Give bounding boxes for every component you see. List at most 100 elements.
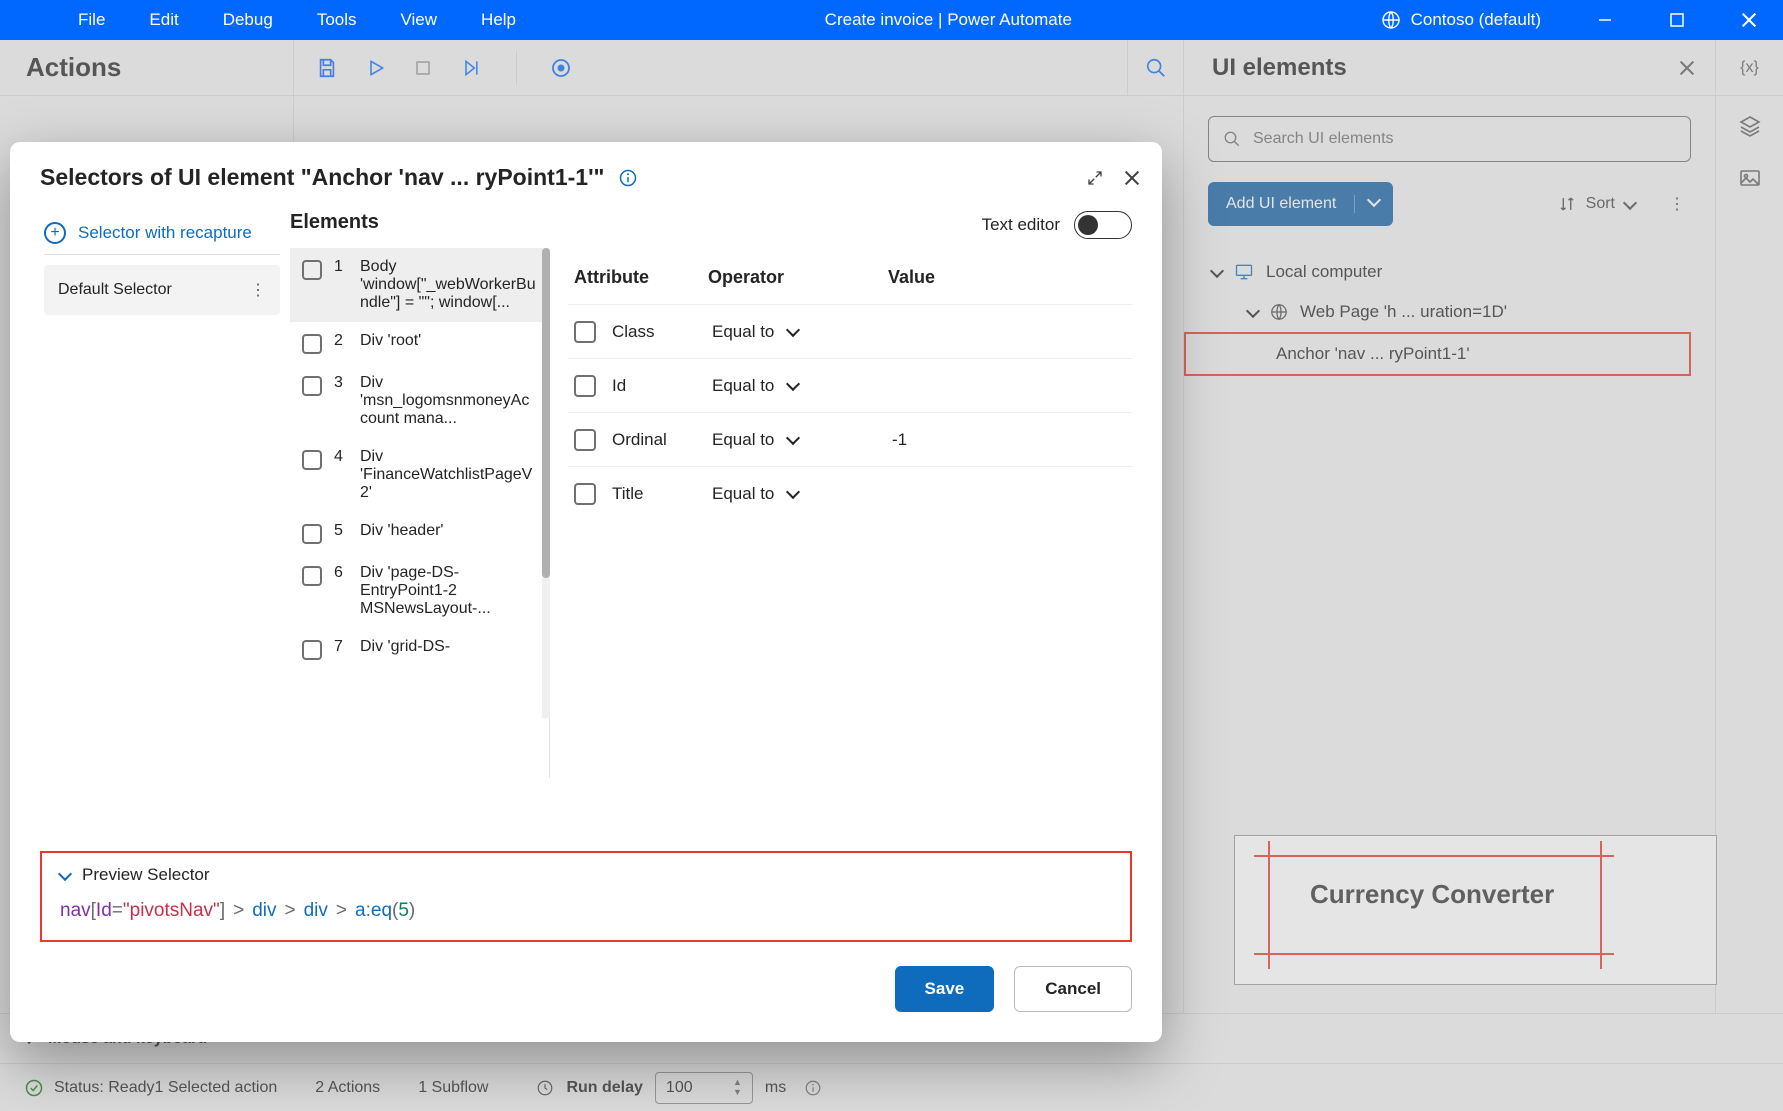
checkbox[interactable]: [302, 566, 322, 586]
element-row-5[interactable]: 5Div 'header': [290, 512, 549, 554]
chevron-down-icon: [58, 866, 72, 880]
actions-count: 2 Actions: [315, 1079, 380, 1097]
element-row-7[interactable]: 7Div 'grid-DS-: [290, 628, 549, 670]
status-bar: Status: Ready 1 Selected action 2 Action…: [0, 1063, 1783, 1111]
actions-panel-title: Actions: [0, 40, 294, 95]
chevron-down-icon[interactable]: [786, 377, 800, 391]
menu-file[interactable]: File: [56, 0, 127, 40]
variables-rail-button[interactable]: {x}: [1715, 40, 1783, 95]
org-selector[interactable]: Contoso (default): [1359, 10, 1563, 30]
selector-code: nav[Id="pivotsNav"]>div>div>a:eq(5): [60, 899, 1112, 922]
attribute-row-id[interactable]: Id Equal to: [568, 358, 1132, 412]
chevron-down-icon: [1210, 263, 1224, 277]
save-button[interactable]: Save: [895, 966, 995, 1012]
menu-tools[interactable]: Tools: [295, 0, 379, 40]
monitor-icon: [1234, 262, 1254, 282]
preview-caption: Currency Converter: [1310, 879, 1554, 910]
globe-icon: [1270, 303, 1288, 321]
attribute-row-class[interactable]: Class Equal to: [568, 304, 1132, 358]
checkbox[interactable]: [302, 450, 322, 470]
chevron-down-icon: [1623, 195, 1637, 209]
menu-view[interactable]: View: [379, 0, 460, 40]
search-button[interactable]: [1127, 40, 1183, 96]
checkbox[interactable]: [302, 334, 322, 354]
add-ui-element-dropdown[interactable]: [1355, 195, 1393, 213]
expand-icon[interactable]: [1086, 169, 1104, 187]
subflow-count: 1 Subflow: [418, 1079, 488, 1097]
info-icon[interactable]: [804, 1079, 822, 1097]
selector-item-default[interactable]: Default Selector ⋮: [44, 265, 280, 315]
org-icon: [1381, 10, 1401, 30]
attribute-row-ordinal[interactable]: Ordinal Equal to -1: [568, 412, 1132, 466]
element-row-6[interactable]: 6Div 'page-DS-EntryPoint1-2 MSNewsLayout…: [290, 554, 549, 628]
elements-section-title: Elements: [290, 211, 550, 234]
clock-icon: [536, 1079, 554, 1097]
chevron-down-icon[interactable]: [786, 323, 800, 337]
cancel-button[interactable]: Cancel: [1014, 966, 1132, 1012]
element-row-3[interactable]: 3Div 'msn_logomsnmoneyAccount mana...: [290, 364, 549, 438]
layers-icon[interactable]: [1738, 114, 1762, 138]
menu-debug[interactable]: Debug: [201, 0, 295, 40]
search-placeholder: Search UI elements: [1253, 130, 1394, 148]
menu-help[interactable]: Help: [459, 0, 538, 40]
ms-label: ms: [765, 1079, 786, 1097]
tree-node-anchor-selected[interactable]: Anchor 'nav ... ryPoint1-1': [1184, 332, 1691, 376]
attributes-header: Attribute Operator Value: [568, 259, 1132, 304]
dialog-title: Selectors of UI element "Anchor 'nav ...…: [40, 164, 604, 191]
image-icon[interactable]: [1738, 166, 1762, 190]
checkbox[interactable]: [302, 376, 322, 396]
chevron-down-icon[interactable]: [786, 485, 800, 499]
app-toolbar: Actions UI elements {x}: [0, 40, 1783, 96]
window-minimize-button[interactable]: [1575, 0, 1635, 40]
selector-with-recapture-button[interactable]: + Selector with recapture: [44, 211, 280, 255]
elements-list: 1Body 'window["_webWorkerBundle"] = ""; …: [290, 248, 550, 778]
checkbox[interactable]: [574, 483, 596, 505]
checkbox[interactable]: [574, 321, 596, 343]
more-button[interactable]: ⋮: [1663, 194, 1691, 214]
tree-node-local-computer[interactable]: Local computer: [1208, 252, 1691, 292]
ui-elements-search-input[interactable]: Search UI elements: [1208, 116, 1691, 162]
status-text: Status: Ready: [54, 1079, 155, 1097]
record-icon[interactable]: [551, 58, 571, 78]
element-row-4[interactable]: 4Div 'FinanceWatchlistPageV2': [290, 438, 549, 512]
element-row-1[interactable]: 1Body 'window["_webWorkerBundle"] = ""; …: [290, 248, 549, 322]
add-ui-element-button[interactable]: Add UI element: [1208, 182, 1393, 226]
info-icon[interactable]: [618, 168, 638, 188]
checkbox[interactable]: [302, 640, 322, 660]
save-icon[interactable]: [316, 57, 338, 79]
step-icon[interactable]: [460, 58, 482, 78]
more-icon[interactable]: ⋮: [250, 280, 266, 300]
sort-button[interactable]: Sort: [1558, 195, 1635, 213]
preview-selector-toggle[interactable]: Preview Selector: [60, 865, 1112, 885]
checkbox[interactable]: [574, 429, 596, 451]
element-row-2[interactable]: 2Div 'root': [290, 322, 549, 364]
window-maximize-button[interactable]: [1647, 0, 1707, 40]
checkbox[interactable]: [302, 524, 322, 544]
ui-element-preview: Currency Converter: [1208, 827, 1691, 993]
stop-icon[interactable]: [414, 59, 432, 77]
scrollbar[interactable]: [542, 248, 550, 718]
chevron-down-icon[interactable]: [786, 431, 800, 445]
run-delay-input[interactable]: 100 ▲▼: [655, 1072, 753, 1104]
attribute-row-title[interactable]: Title Equal to: [568, 466, 1132, 520]
checkbox[interactable]: [302, 260, 322, 280]
ui-elements-panel: Search UI elements Add UI element Sort ⋮: [1183, 96, 1715, 1013]
menu-edit[interactable]: Edit: [127, 0, 200, 40]
title-bar: File Edit Debug Tools View Help Create i…: [0, 0, 1783, 40]
chevron-down-icon: [1246, 303, 1260, 317]
spinner-icon: ▲▼: [733, 1078, 742, 1097]
window-title: Create invoice | Power Automate: [538, 10, 1359, 30]
window-close-button[interactable]: [1719, 0, 1779, 40]
preview-selector-section: Preview Selector nav[Id="pivotsNav"]>div…: [40, 851, 1132, 942]
tree-node-web-page[interactable]: Web Page 'h ... uration=1D': [1208, 292, 1691, 332]
run-icon[interactable]: [366, 58, 386, 78]
text-editor-label: Text editor: [982, 215, 1060, 235]
selectors-dialog: Selectors of UI element "Anchor 'nav ...…: [10, 142, 1162, 1042]
close-icon: [1740, 11, 1758, 29]
ui-elements-panel-title: UI elements: [1212, 54, 1687, 82]
org-label: Contoso (default): [1411, 10, 1541, 30]
checkbox[interactable]: [574, 375, 596, 397]
text-editor-toggle[interactable]: [1074, 211, 1132, 239]
plus-icon: +: [44, 222, 66, 244]
search-icon: [1223, 130, 1241, 148]
